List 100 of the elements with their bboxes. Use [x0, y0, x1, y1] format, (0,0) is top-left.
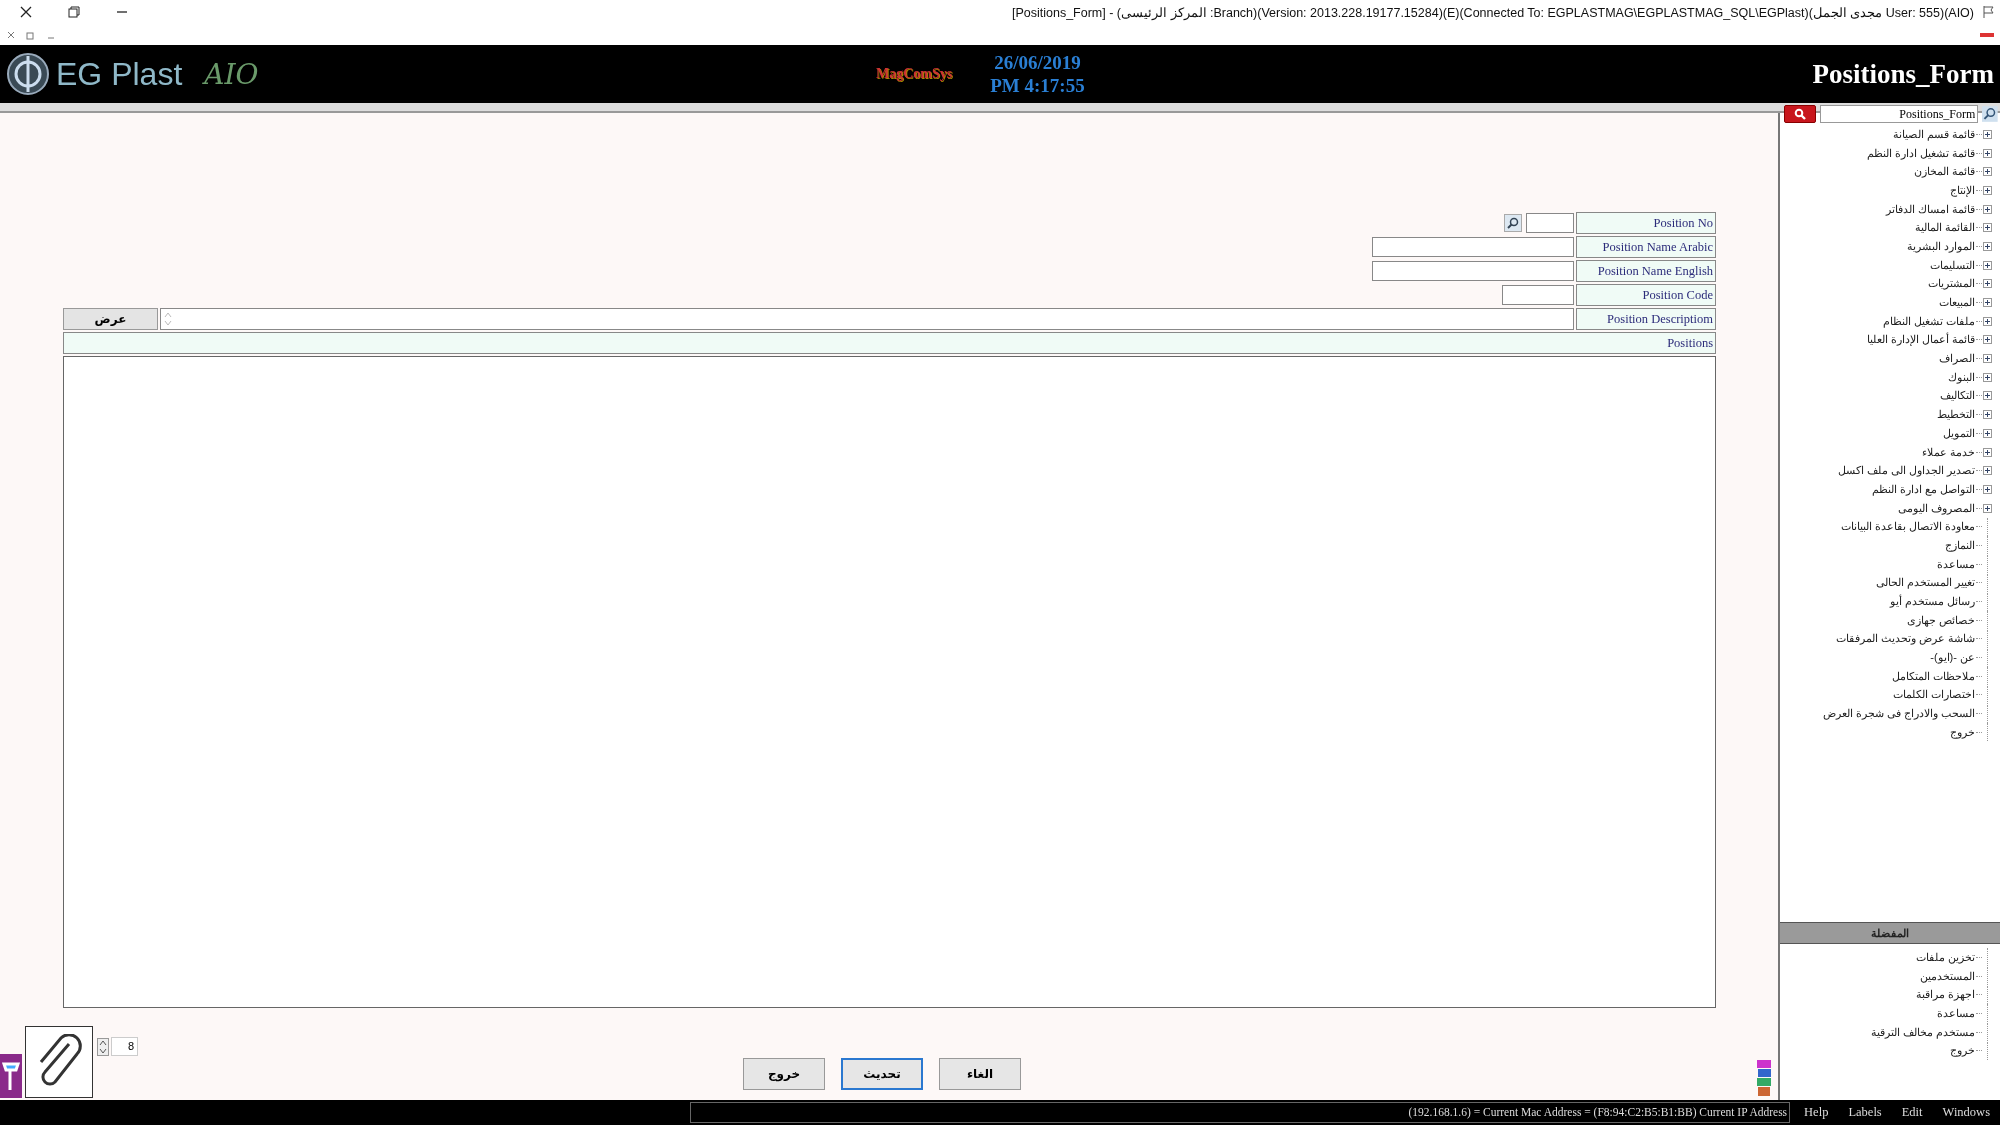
menu-item[interactable]: تصدير الجداول الى ملف اكسل — [1837, 464, 1975, 478]
expand-icon[interactable] — [1983, 428, 1992, 438]
search-button[interactable] — [1784, 105, 1817, 123]
search-icon — [1507, 217, 1519, 229]
expand-icon[interactable] — [1983, 372, 1992, 382]
input-field[interactable] — [1502, 285, 1574, 305]
attachment-count: 8 — [111, 1037, 138, 1056]
search-icon — [1794, 108, 1807, 120]
menu-item[interactable]: قائمة تشغيل ادارة النظم — [1866, 146, 1975, 160]
close-icon[interactable] — [20, 6, 32, 18]
globe-logo-icon — [6, 52, 50, 96]
menu-item[interactable]: التسليمات — [1930, 258, 1975, 272]
form-button[interactable]: الغاء — [939, 1058, 1021, 1090]
menu-item[interactable]: البنوك — [1948, 370, 1975, 384]
favorite-item[interactable]: مساعدة — [1937, 1006, 1975, 1020]
menu-item[interactable]: مساعدة — [1937, 557, 1975, 571]
form-title: Positions_Form — [1812, 58, 1994, 90]
menu-item[interactable]: التخطيط — [1937, 408, 1975, 422]
menu-item[interactable]: اختصارات الكلمات — [1892, 688, 1975, 702]
expand-icon[interactable] — [1983, 316, 1992, 326]
spinner-icon[interactable] — [97, 1037, 109, 1056]
description-field[interactable] — [160, 308, 1574, 330]
expand-icon[interactable] — [1983, 129, 1992, 139]
expand-icon[interactable] — [1983, 298, 1992, 308]
menu-item[interactable]: رسائل مستخدم أيو — [1889, 595, 1975, 609]
expand-icon[interactable] — [1983, 223, 1992, 233]
menu-item[interactable]: Windows — [1942, 1105, 1990, 1120]
menu-item[interactable]: التمويل — [1943, 426, 1975, 440]
pin-tab-icon[interactable] — [0, 1054, 22, 1098]
menu-item[interactable]: ملفات تشغيل النظام — [1882, 314, 1975, 328]
expand-icon[interactable] — [1983, 241, 1992, 251]
field-label: Position Descriptiom — [1576, 308, 1716, 330]
menu-item[interactable]: المشتريات — [1928, 277, 1975, 291]
favorite-item[interactable]: اجهزة مراقبة — [1915, 988, 1975, 1002]
time-text: PM 4:17:55 — [990, 74, 1085, 97]
menu-item[interactable]: ملاحظات المتكامل — [1891, 669, 1975, 683]
menu-item[interactable]: قائمة قسم الصيانة — [1892, 127, 1975, 141]
attachment-button[interactable] — [25, 1026, 93, 1098]
menu-item[interactable]: الصراف — [1939, 352, 1975, 366]
expand-icon[interactable] — [1983, 391, 1992, 401]
books-icon[interactable] — [1756, 1058, 1772, 1098]
field-label: Position Name Arabic — [1576, 236, 1716, 258]
menu-item[interactable]: التكاليف — [1940, 389, 1975, 403]
view-button[interactable]: عرض — [63, 308, 158, 330]
expand-icon[interactable] — [1983, 335, 1992, 345]
menu-item[interactable]: تغيير المستخدم الحالى — [1875, 576, 1975, 590]
expand-icon[interactable] — [1983, 484, 1992, 494]
restore-icon[interactable] — [68, 6, 80, 18]
window-title: [Positions_Form] - (المركز الرئيسى :Branch)(Version: 2013.228.19177.15284)(E)(Connected To: EGPLASTMAG\EGPLASTMAG_SQL\EGPlast)(مجدى الجمل User: 555)(AIO) — [1011, 4, 1974, 20]
menu-item[interactable]: قائمة المخازن — [1913, 165, 1975, 179]
menu-item[interactable]: Labels — [1848, 1105, 1882, 1120]
expand-icon[interactable] — [1983, 167, 1992, 177]
menu-item[interactable]: القائمة المالية — [1914, 221, 1975, 235]
input-field[interactable] — [1372, 237, 1574, 257]
expand-icon[interactable] — [1983, 204, 1992, 214]
menu-search-field[interactable]: Positions_Form — [1820, 105, 1979, 123]
expand-icon[interactable] — [1983, 148, 1992, 158]
expand-icon[interactable] — [1983, 260, 1992, 270]
menu-item[interactable]: المصروف اليومى — [1897, 501, 1975, 515]
menu-item[interactable]: المبيعات — [1939, 296, 1975, 310]
menu-item[interactable]: معاودة الاتصال بقاعدة البيانات — [1840, 520, 1975, 534]
expand-icon[interactable] — [1983, 410, 1992, 420]
favorites-title: المفضلة — [1871, 927, 1909, 939]
expand-icon[interactable] — [1983, 354, 1992, 364]
menu-item[interactable]: Help — [1804, 1105, 1829, 1120]
favorite-item[interactable]: مستخدم مخالف الترقية — [1870, 1025, 1975, 1039]
menu-item[interactable]: النمازج — [1945, 538, 1975, 552]
input-field[interactable] — [1526, 213, 1574, 233]
menu-item[interactable]: عن -(ايو)- — [1930, 651, 1975, 665]
favorite-item[interactable]: تخزين ملفات — [1915, 950, 1975, 964]
menu-item[interactable]: التواصل مع ادارة النظم — [1871, 482, 1975, 496]
expand-icon[interactable] — [1983, 503, 1992, 513]
menu-item[interactable]: Edit — [1901, 1105, 1923, 1120]
favorite-item[interactable]: خروج — [1950, 1044, 1975, 1058]
menu-item[interactable]: السحب والادراج فى شجرة العرض — [1822, 707, 1975, 721]
input-field[interactable] — [1372, 261, 1574, 281]
logo-script: AIO — [204, 57, 259, 91]
brand-logo: MagComSys — [876, 66, 953, 82]
field-label: Position Code — [1576, 284, 1716, 306]
expand-icon[interactable] — [1983, 466, 1992, 476]
expand-icon[interactable] — [1983, 185, 1992, 195]
search-button[interactable] — [1504, 214, 1522, 232]
expand-icon[interactable] — [1983, 447, 1992, 457]
menu-item[interactable]: قائمة أعمال الإدارة العليا — [1866, 333, 1975, 347]
menu-item[interactable]: الموارد البشرية — [1906, 239, 1975, 253]
form-button[interactable]: تحديث — [841, 1058, 923, 1090]
date-text: 26/06/2019 — [994, 51, 1081, 74]
field-label: Position Name English — [1576, 260, 1716, 282]
favorite-item[interactable]: المستخدمين — [1920, 969, 1975, 983]
form-button[interactable]: خروج — [743, 1058, 825, 1090]
menu-item[interactable]: شاشة عرض وتحديث المرفقات — [1835, 632, 1975, 646]
search-icon[interactable] — [1982, 106, 1998, 122]
menu-item[interactable]: خروج — [1950, 725, 1975, 739]
menu-item[interactable]: قائمة امساك الدفاتر — [1885, 202, 1975, 216]
menu-item[interactable]: خدمة عملاء — [1921, 445, 1975, 459]
logo-text: EG Plast — [56, 55, 183, 93]
menu-item[interactable]: الإنتاج — [1950, 183, 1975, 197]
expand-icon[interactable] — [1983, 279, 1992, 289]
menu-item[interactable]: خصائص جهازى — [1906, 613, 1975, 627]
flag-icon — [1982, 5, 1996, 19]
